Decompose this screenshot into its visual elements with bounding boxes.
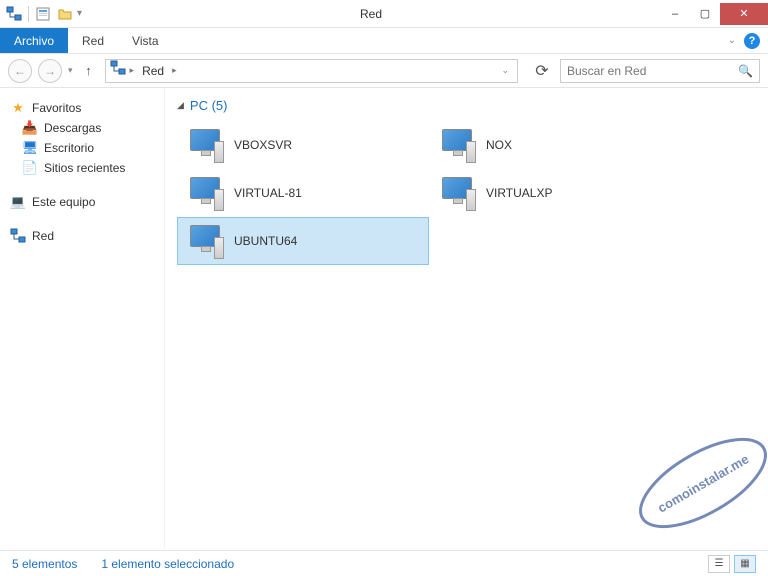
computer-item[interactable]: VIRTUAL-81 bbox=[177, 169, 429, 217]
computer-item[interactable]: UBUNTU64 bbox=[177, 217, 429, 265]
tab-vista[interactable]: Vista bbox=[118, 28, 172, 53]
computer-icon bbox=[186, 175, 224, 211]
title-bar: ▾ Red – ▢ ✕ bbox=[0, 0, 768, 28]
computer-item[interactable]: VIRTUALXP bbox=[429, 169, 681, 217]
history-dropdown-icon[interactable]: ▾ bbox=[68, 65, 73, 76]
search-box[interactable]: 🔍 bbox=[560, 59, 760, 83]
group-header-pc[interactable]: ◢ PC (5) bbox=[177, 98, 756, 113]
sidebar-red[interactable]: Red bbox=[4, 226, 160, 246]
ribbon-tabs: Archivo Red Vista ⌄ ? bbox=[0, 28, 768, 54]
properties-icon[interactable] bbox=[33, 4, 53, 24]
view-details-button[interactable]: ☰ bbox=[708, 555, 730, 573]
window-controls: – ▢ ✕ bbox=[660, 3, 768, 25]
watermark: comoinstalar.me bbox=[628, 408, 768, 548]
item-label: VBOXSVR bbox=[234, 138, 292, 152]
sidebar-item-label: Este equipo bbox=[32, 195, 95, 209]
download-folder-icon: 📥 bbox=[22, 120, 38, 136]
forward-button[interactable]: → bbox=[38, 59, 62, 83]
tab-archivo[interactable]: Archivo bbox=[0, 28, 68, 53]
refresh-button[interactable]: ⟳ bbox=[530, 59, 554, 83]
computer-icon: 💻 bbox=[10, 194, 26, 210]
item-label: NOX bbox=[486, 138, 512, 152]
search-input[interactable] bbox=[567, 64, 738, 78]
desktop-icon: 🖥 bbox=[22, 140, 38, 156]
up-button[interactable]: ↑ bbox=[79, 61, 99, 81]
computer-item[interactable]: VBOXSVR bbox=[177, 121, 429, 169]
network-location-icon bbox=[110, 60, 126, 81]
computer-icon bbox=[438, 127, 476, 163]
status-selection: 1 elemento seleccionado bbox=[101, 557, 234, 571]
content-pane: ◢ PC (5) VBOXSVR NOX VIRTUAL-81 VIRTUALX… bbox=[165, 88, 768, 548]
sidebar-item-escritorio[interactable]: 🖥 Escritorio bbox=[4, 138, 160, 158]
view-icons-button[interactable]: ▦ bbox=[734, 555, 756, 573]
sidebar-favorites[interactable]: ★ Favoritos bbox=[4, 98, 160, 118]
item-label: VIRTUAL-81 bbox=[234, 186, 302, 200]
svg-text:comoinstalar.me: comoinstalar.me bbox=[655, 451, 751, 515]
status-bar: 5 elementos 1 elemento seleccionado ☰ ▦ bbox=[0, 550, 768, 576]
group-label: PC (5) bbox=[190, 98, 228, 113]
computer-item[interactable]: NOX bbox=[429, 121, 681, 169]
breadcrumb-location[interactable]: Red bbox=[138, 64, 168, 78]
computer-icon bbox=[186, 223, 224, 259]
close-button[interactable]: ✕ bbox=[720, 3, 768, 25]
status-count: 5 elementos bbox=[12, 557, 77, 571]
star-icon: ★ bbox=[10, 100, 26, 116]
body-area: ★ Favoritos 📥 Descargas 🖥 Escritorio 📄 S… bbox=[0, 88, 768, 548]
computer-icon bbox=[438, 175, 476, 211]
minimize-button[interactable]: – bbox=[660, 3, 690, 25]
item-label: VIRTUALXP bbox=[486, 186, 552, 200]
tab-red[interactable]: Red bbox=[68, 28, 118, 53]
help-icon[interactable]: ? bbox=[744, 33, 760, 49]
navigation-bar: ← → ▾ ↑ ▸ Red ▸ ⌄ ⟳ 🔍 bbox=[0, 54, 768, 88]
quick-access-toolbar: ▾ bbox=[0, 4, 82, 24]
collapse-arrow-icon[interactable]: ◢ bbox=[177, 100, 184, 111]
items-grid: VBOXSVR NOX VIRTUAL-81 VIRTUALXP UBUNTU6… bbox=[177, 121, 756, 265]
app-icon bbox=[4, 4, 24, 24]
sidebar-item-label: Descargas bbox=[44, 121, 101, 135]
maximize-button[interactable]: ▢ bbox=[690, 3, 720, 25]
search-icon[interactable]: 🔍 bbox=[738, 64, 753, 78]
separator bbox=[28, 6, 29, 22]
sidebar-item-sitios-recientes[interactable]: 📄 Sitios recientes bbox=[4, 158, 160, 178]
navigation-pane: ★ Favoritos 📥 Descargas 🖥 Escritorio 📄 S… bbox=[0, 88, 165, 548]
sidebar-item-label: Favoritos bbox=[32, 101, 81, 115]
new-folder-icon[interactable] bbox=[55, 4, 75, 24]
chevron-right-icon[interactable]: ▸ bbox=[130, 65, 135, 76]
computer-icon bbox=[186, 127, 224, 163]
network-icon bbox=[10, 228, 26, 244]
sidebar-item-label: Escritorio bbox=[44, 141, 94, 155]
item-label: UBUNTU64 bbox=[234, 234, 297, 248]
sidebar-este-equipo[interactable]: 💻 Este equipo bbox=[4, 192, 160, 212]
sidebar-item-label: Red bbox=[32, 229, 54, 243]
back-button[interactable]: ← bbox=[8, 59, 32, 83]
breadcrumb[interactable]: ▸ Red ▸ ⌄ bbox=[105, 59, 518, 83]
chevron-right-icon[interactable]: ▸ bbox=[172, 65, 177, 76]
ribbon-collapse-icon[interactable]: ⌄ bbox=[728, 35, 736, 46]
recent-icon: 📄 bbox=[22, 160, 38, 176]
sidebar-item-descargas[interactable]: 📥 Descargas bbox=[4, 118, 160, 138]
window-title: Red bbox=[82, 7, 660, 21]
breadcrumb-dropdown-icon[interactable]: ⌄ bbox=[501, 65, 513, 76]
sidebar-item-label: Sitios recientes bbox=[44, 161, 125, 175]
